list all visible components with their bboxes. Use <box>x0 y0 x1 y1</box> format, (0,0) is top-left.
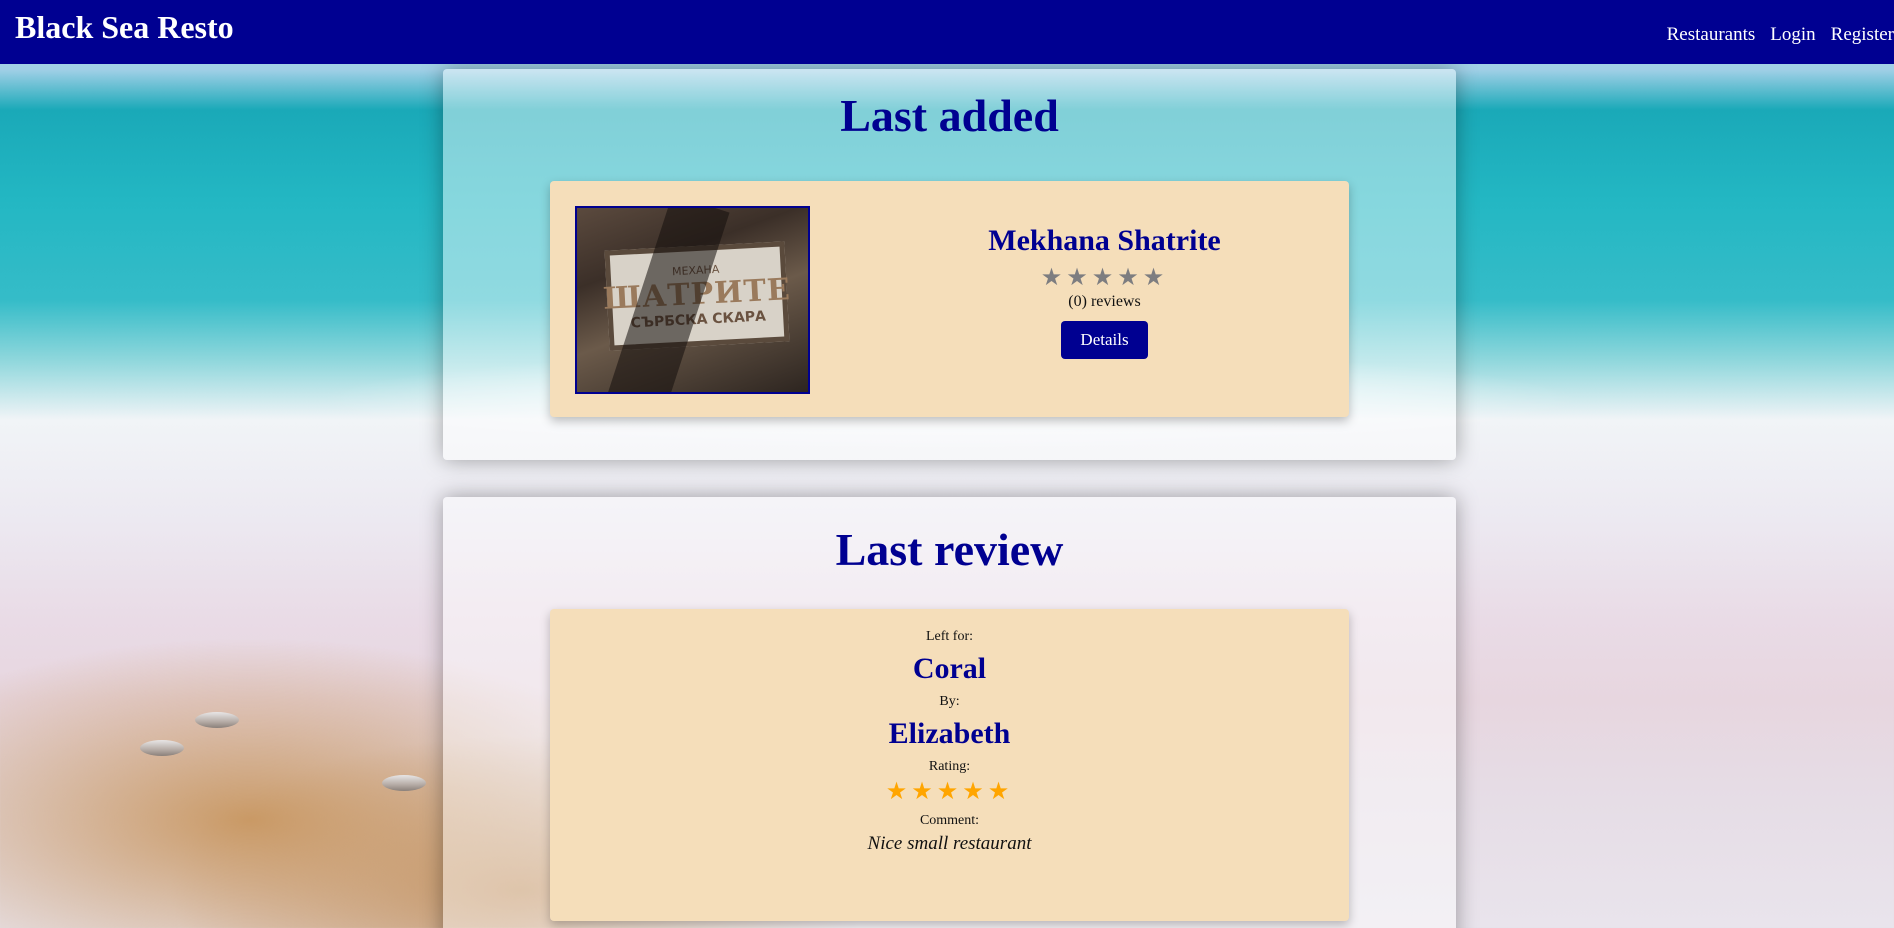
restaurant-card: МЕХАНА ШАТРИТЕ СЪРБСКА СКАРА Mekhana Sha… <box>550 181 1349 417</box>
nav-links: Restaurants Login Register <box>1667 24 1894 46</box>
star-rating-icons: ★★★★★ <box>1040 263 1169 291</box>
review-card: Left for: Coral By: Elizabeth Rating: ★★… <box>550 609 1349 921</box>
comment-label: Comment: <box>919 813 980 828</box>
restaurant-name: Mekhana Shatrite <box>988 224 1221 257</box>
reviews-count: (0) reviews <box>1068 293 1141 310</box>
restaurant-info: Mekhana Shatrite ★★★★★ (0) reviews Detai… <box>860 181 1349 359</box>
nav-link-login[interactable]: Login <box>1770 24 1815 46</box>
details-button[interactable]: Details <box>1061 321 1148 359</box>
rating-label: Rating: <box>928 759 971 774</box>
restaurant-image[interactable]: МЕХАНА ШАТРИТЕ СЪРБСКА СКАРА <box>575 206 810 394</box>
last-added-section: Last added МЕХАНА ШАТРИТЕ СЪРБСКА СКАРА … <box>443 69 1456 460</box>
top-navbar: Black Sea Resto Restaurants Login Regist… <box>0 0 1894 64</box>
nav-link-register[interactable]: Register <box>1831 24 1894 46</box>
bird-decoration <box>382 775 426 791</box>
brand-title[interactable]: Black Sea Resto <box>15 9 234 46</box>
review-comment: Nice small restaurant <box>867 833 1032 854</box>
last-review-heading: Last review <box>835 524 1064 575</box>
last-review-section: Last review Left for: Coral By: Elizabet… <box>443 497 1456 928</box>
nav-link-restaurants[interactable]: Restaurants <box>1667 24 1756 46</box>
review-restaurant-name: Coral <box>912 652 987 685</box>
left-for-label: Left for: <box>925 629 974 644</box>
last-added-heading: Last added <box>840 90 1059 141</box>
by-label: By: <box>939 694 960 709</box>
bird-decoration <box>195 712 239 728</box>
review-author: Elizabeth <box>888 717 1011 750</box>
bird-decoration <box>140 740 184 756</box>
review-star-rating-icons: ★★★★★ <box>885 777 1014 805</box>
